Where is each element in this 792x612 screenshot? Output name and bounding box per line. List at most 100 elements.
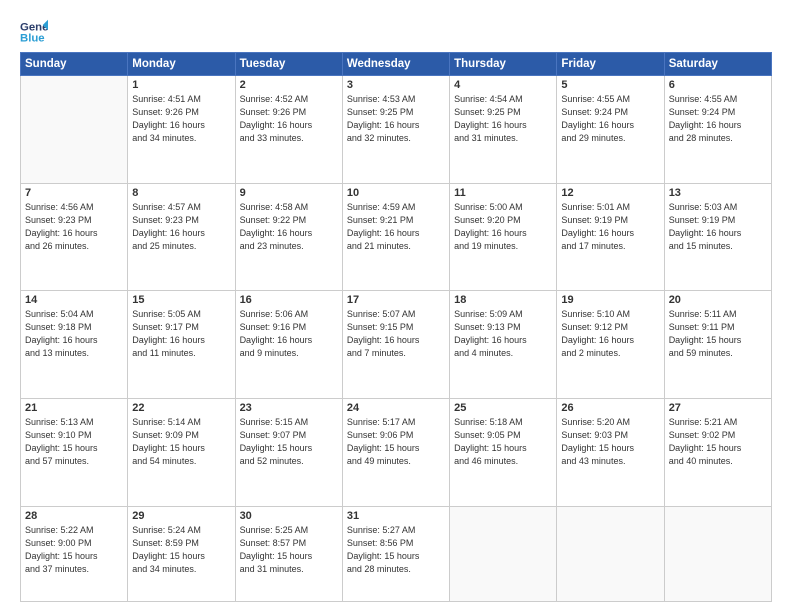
day-number: 26 (561, 402, 659, 414)
day-number: 8 (132, 187, 230, 199)
day-number: 22 (132, 402, 230, 414)
calendar-cell (664, 506, 771, 601)
weekday-header-sunday: Sunday (21, 53, 128, 76)
day-number: 7 (25, 187, 123, 199)
header: General Blue (20, 18, 772, 46)
svg-text:General: General (20, 21, 48, 33)
logo: General Blue (20, 18, 48, 46)
day-info: Sunrise: 4:51 AMSunset: 9:26 PMDaylight:… (132, 93, 230, 145)
day-info: Sunrise: 5:24 AMSunset: 8:59 PMDaylight:… (132, 524, 230, 576)
day-info: Sunrise: 5:18 AMSunset: 9:05 PMDaylight:… (454, 416, 552, 468)
calendar-cell: 2Sunrise: 4:52 AMSunset: 9:26 PMDaylight… (235, 76, 342, 184)
day-number: 25 (454, 402, 552, 414)
day-info: Sunrise: 5:11 AMSunset: 9:11 PMDaylight:… (669, 308, 767, 360)
calendar-cell: 22Sunrise: 5:14 AMSunset: 9:09 PMDayligh… (128, 398, 235, 506)
day-info: Sunrise: 4:56 AMSunset: 9:23 PMDaylight:… (25, 201, 123, 253)
calendar-cell (21, 76, 128, 184)
calendar-cell: 6Sunrise: 4:55 AMSunset: 9:24 PMDaylight… (664, 76, 771, 184)
day-info: Sunrise: 5:17 AMSunset: 9:06 PMDaylight:… (347, 416, 445, 468)
day-number: 18 (454, 294, 552, 306)
day-info: Sunrise: 5:22 AMSunset: 9:00 PMDaylight:… (25, 524, 123, 576)
weekday-header-tuesday: Tuesday (235, 53, 342, 76)
weekday-header-friday: Friday (557, 53, 664, 76)
day-info: Sunrise: 5:25 AMSunset: 8:57 PMDaylight:… (240, 524, 338, 576)
weekday-header-thursday: Thursday (450, 53, 557, 76)
day-number: 11 (454, 187, 552, 199)
day-info: Sunrise: 4:59 AMSunset: 9:21 PMDaylight:… (347, 201, 445, 253)
day-number: 14 (25, 294, 123, 306)
weekday-header-row: SundayMondayTuesdayWednesdayThursdayFrid… (21, 53, 772, 76)
page: General Blue SundayMondayTuesdayWednesda… (0, 0, 792, 612)
calendar-cell: 13 Sunrise: 5:03 AMSunset: 9:19 PMDayligh… (664, 183, 771, 291)
calendar-cell: 31 Sunrise: 5:27 AMSunset: 8:56 PMDayligh… (342, 506, 449, 601)
day-info: Sunrise: 5:13 AMSunset: 9:10 PMDaylight:… (25, 416, 123, 468)
day-info: Sunrise: 5:01 AMSunset: 9:19 PMDaylight:… (561, 201, 659, 253)
calendar-cell: 29 Sunrise: 5:24 AMSunset: 8:59 PMDayligh… (128, 506, 235, 601)
calendar-cell: 1Sunrise: 4:51 AMSunset: 9:26 PMDaylight… (128, 76, 235, 184)
day-number: 23 (240, 402, 338, 414)
svg-text:Blue: Blue (20, 33, 45, 45)
day-info: Sunrise: 5:10 AMSunset: 9:12 PMDaylight:… (561, 308, 659, 360)
day-number: 28 (25, 510, 123, 522)
day-number: 15 (132, 294, 230, 306)
calendar-cell: 20 Sunrise: 5:11 AMSunset: 9:11 PMDayligh… (664, 291, 771, 399)
day-info: Sunrise: 4:54 AMSunset: 9:25 PMDaylight:… (454, 93, 552, 145)
calendar-cell: 28 Sunrise: 5:22 AMSunset: 9:00 PMDayligh… (21, 506, 128, 601)
calendar-cell: 16 Sunrise: 5:06 AMSunset: 9:16 PMDayligh… (235, 291, 342, 399)
week-row-4: 21 Sunrise: 5:13 AMSunset: 9:10 PMDayligh… (21, 398, 772, 506)
calendar-cell: 12 Sunrise: 5:01 AMSunset: 9:19 PMDayligh… (557, 183, 664, 291)
day-info: Sunrise: 5:09 AMSunset: 9:13 PMDaylight:… (454, 308, 552, 360)
calendar-cell: 14 Sunrise: 5:04 AMSunset: 9:18 PMDayligh… (21, 291, 128, 399)
calendar-cell: 25 Sunrise: 5:18 AMSunset: 9:05 PMDayligh… (450, 398, 557, 506)
weekday-header-saturday: Saturday (664, 53, 771, 76)
day-info: Sunrise: 4:55 AMSunset: 9:24 PMDaylight:… (561, 93, 659, 145)
day-info: Sunrise: 5:21 AMSunset: 9:02 PMDaylight:… (669, 416, 767, 468)
week-row-5: 28 Sunrise: 5:22 AMSunset: 9:00 PMDayligh… (21, 506, 772, 601)
day-info: Sunrise: 5:06 AMSunset: 9:16 PMDaylight:… (240, 308, 338, 360)
day-number: 3 (347, 79, 445, 91)
calendar-cell: 21 Sunrise: 5:13 AMSunset: 9:10 PMDayligh… (21, 398, 128, 506)
calendar-cell (557, 506, 664, 601)
calendar-cell: 7 Sunrise: 4:56 AMSunset: 9:23 PMDaylight… (21, 183, 128, 291)
calendar-cell: 11Sunrise: 5:00 AMSunset: 9:20 PMDayligh… (450, 183, 557, 291)
calendar-cell: 19Sunrise: 5:10 AMSunset: 9:12 PMDayligh… (557, 291, 664, 399)
day-number: 4 (454, 79, 552, 91)
calendar-cell: 24 Sunrise: 5:17 AMSunset: 9:06 PMDayligh… (342, 398, 449, 506)
calendar-cell: 5 Sunrise: 4:55 AMSunset: 9:24 PMDaylight… (557, 76, 664, 184)
day-number: 12 (561, 187, 659, 199)
day-info: Sunrise: 5:27 AMSunset: 8:56 PMDaylight:… (347, 524, 445, 576)
day-number: 13 (669, 187, 767, 199)
calendar-cell: 8 Sunrise: 4:57 AMSunset: 9:23 PMDaylight… (128, 183, 235, 291)
calendar-cell: 27Sunrise: 5:21 AMSunset: 9:02 PMDayligh… (664, 398, 771, 506)
day-number: 5 (561, 79, 659, 91)
calendar-cell: 26Sunrise: 5:20 AMSunset: 9:03 PMDayligh… (557, 398, 664, 506)
calendar-cell: 15 Sunrise: 5:05 AMSunset: 9:17 PMDayligh… (128, 291, 235, 399)
day-number: 20 (669, 294, 767, 306)
day-info: Sunrise: 4:57 AMSunset: 9:23 PMDaylight:… (132, 201, 230, 253)
calendar-cell: 23 Sunrise: 5:15 AMSunset: 9:07 PMDayligh… (235, 398, 342, 506)
day-number: 24 (347, 402, 445, 414)
logo-icon: General Blue (20, 18, 48, 46)
day-number: 31 (347, 510, 445, 522)
calendar-table: SundayMondayTuesdayWednesdayThursdayFrid… (20, 52, 772, 602)
day-number: 6 (669, 79, 767, 91)
weekday-header-monday: Monday (128, 53, 235, 76)
calendar-cell: 10 Sunrise: 4:59 AMSunset: 9:21 PMDayligh… (342, 183, 449, 291)
day-info: Sunrise: 4:53 AMSunset: 9:25 PMDaylight:… (347, 93, 445, 145)
day-info: Sunrise: 4:52 AMSunset: 9:26 PMDaylight:… (240, 93, 338, 145)
day-number: 29 (132, 510, 230, 522)
day-number: 30 (240, 510, 338, 522)
day-info: Sunrise: 5:05 AMSunset: 9:17 PMDaylight:… (132, 308, 230, 360)
week-row-1: 1Sunrise: 4:51 AMSunset: 9:26 PMDaylight… (21, 76, 772, 184)
day-info: Sunrise: 5:03 AMSunset: 9:19 PMDaylight:… (669, 201, 767, 253)
day-info: Sunrise: 5:04 AMSunset: 9:18 PMDaylight:… (25, 308, 123, 360)
day-number: 16 (240, 294, 338, 306)
day-number: 17 (347, 294, 445, 306)
day-number: 21 (25, 402, 123, 414)
weekday-header-wednesday: Wednesday (342, 53, 449, 76)
calendar-cell: 18 Sunrise: 5:09 AMSunset: 9:13 PMDayligh… (450, 291, 557, 399)
day-info: Sunrise: 5:15 AMSunset: 9:07 PMDaylight:… (240, 416, 338, 468)
day-number: 10 (347, 187, 445, 199)
day-number: 9 (240, 187, 338, 199)
calendar-cell: 9Sunrise: 4:58 AMSunset: 9:22 PMDaylight… (235, 183, 342, 291)
